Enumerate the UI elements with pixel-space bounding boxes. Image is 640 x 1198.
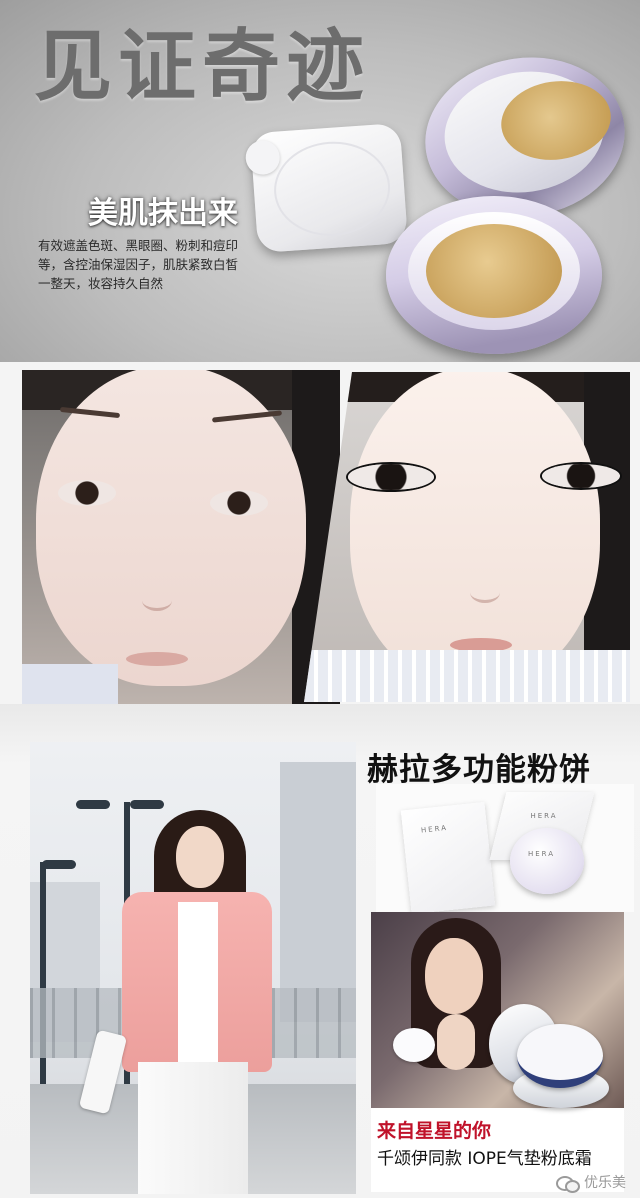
model-pants [138, 1062, 248, 1194]
banner-description: 有效遮盖色斑、黑眼圈、粉刺和痘印 等，含控油保湿因子，肌肤紧致白皙 一整天，妆容… [38, 236, 308, 293]
banner-headline: 见证奇迹 [34, 22, 371, 112]
star-promo-panel: 来自星星的你 千颂伊同款 IOPE气垫粉底霜 [371, 912, 624, 1192]
hera-compact-image: HERA [510, 828, 584, 894]
product-promo-section: 赫拉多功能粉饼 HERA HERA HERA 来自星星的你 千颂伊同款 IOPE… [0, 704, 640, 1198]
star-photo [371, 912, 624, 1108]
box-brand-mark: HERA [530, 812, 558, 820]
cushion-refill-case-image [244, 122, 409, 254]
banner-subhead: 美肌抹出来 [88, 196, 238, 231]
puff-image [393, 1028, 435, 1062]
watermark: 优乐美 [556, 1172, 626, 1193]
before-photo [22, 370, 340, 704]
top-banner: 见证奇迹 美肌抹出来 有效遮盖色斑、黑眼圈、粉刺和痘印 等，含控油保湿因子，肌肤… [0, 0, 640, 362]
star-caption-subtitle: 千颂伊同款 IOPE气垫粉底霜 [377, 1149, 592, 1169]
watermark-text: 优乐美 [584, 1175, 626, 1191]
before-after-section [0, 362, 640, 704]
star-caption-title: 来自星星的你 [377, 1120, 492, 1142]
model-photo [30, 742, 356, 1194]
description-line: 有效遮盖色斑、黑眼圈、粉刺和痘印 [38, 238, 239, 253]
after-photo [304, 372, 630, 702]
model-face [176, 826, 224, 888]
iope-compact-image [483, 1004, 609, 1108]
model-top [178, 902, 218, 1062]
description-line: 等，含控油保湿因子，肌肤紧致白皙 [38, 257, 239, 272]
hera-product-image: HERA HERA HERA [376, 784, 634, 915]
compact-base-image [386, 196, 602, 354]
description-line: 一整天，妆容持久自然 [38, 276, 164, 291]
product-title: 赫拉多功能粉饼 [367, 752, 591, 788]
wechat-icon [556, 1174, 580, 1193]
compact-brand-mark: HERA [528, 850, 556, 858]
refill-brand-mark: HERA [420, 823, 449, 835]
refill-box-image: HERA [400, 801, 496, 915]
